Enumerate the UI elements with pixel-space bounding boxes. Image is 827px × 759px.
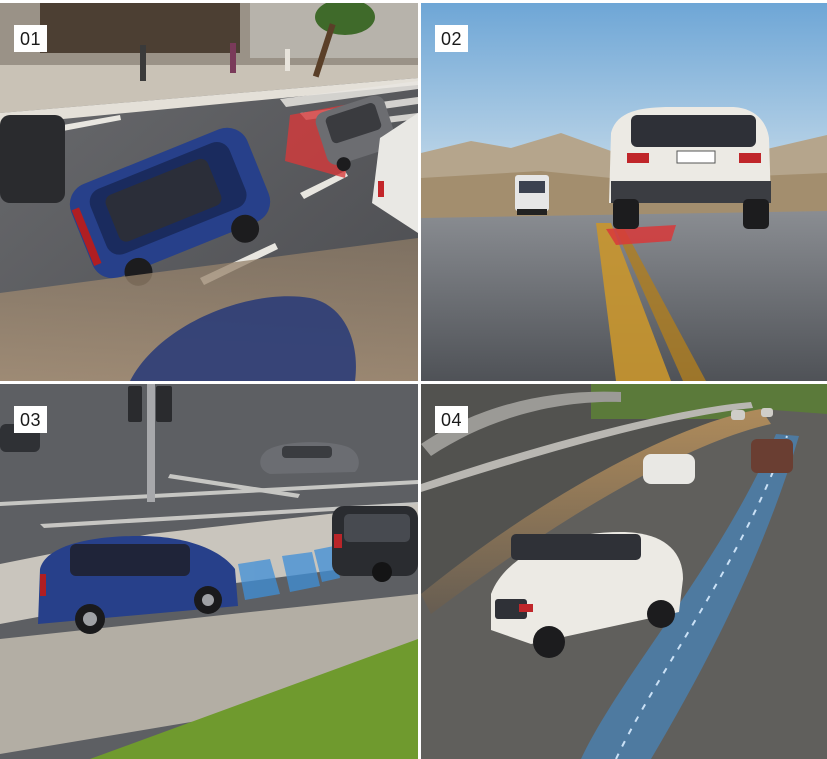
oncoming-truck xyxy=(515,175,549,215)
traffic-light-pole xyxy=(147,384,155,502)
panel-number-badge: 03 xyxy=(14,406,48,433)
white-car xyxy=(643,454,695,484)
pedestrian xyxy=(140,45,146,81)
dark-minivan xyxy=(332,506,418,582)
image-grid: 01 02 03 04 xyxy=(0,0,827,759)
pedestrian xyxy=(285,49,290,71)
panel-intersection: 03 xyxy=(0,384,418,759)
panel-highway: 02 xyxy=(421,3,827,381)
lead-car xyxy=(751,439,793,473)
traffic-light xyxy=(156,386,172,422)
highway-scene xyxy=(421,3,827,381)
panel-lane-centering: 04 xyxy=(421,384,827,759)
intersection-scene xyxy=(0,384,418,759)
panel-number-badge: 01 xyxy=(14,25,48,52)
distant-car xyxy=(761,408,773,417)
pedestrian xyxy=(230,43,236,73)
panel-number-badge: 04 xyxy=(435,406,469,433)
van-tail-light xyxy=(378,181,384,197)
panel-blind-spot: 01 xyxy=(0,3,418,381)
distant-car xyxy=(731,410,745,420)
lane-centering-scene xyxy=(421,384,827,759)
blind-spot-scene xyxy=(0,3,418,381)
traffic-light xyxy=(128,386,142,422)
panel-number-badge: 02 xyxy=(435,25,469,52)
gray-sedan xyxy=(260,442,359,474)
dark-car-left xyxy=(0,115,65,203)
